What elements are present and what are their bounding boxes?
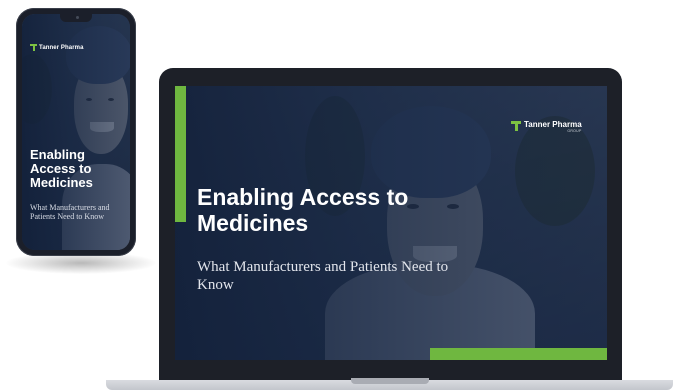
laptop-title: Enabling Access to Medicines xyxy=(197,184,409,236)
tanner-logo-icon xyxy=(511,121,521,131)
brand-name: Tanner Pharma xyxy=(524,120,582,129)
laptop-hinge-notch xyxy=(351,378,429,384)
laptop-subtitle: What Manufacturers and Patients Need to … xyxy=(197,259,449,293)
brand-group: GROUP xyxy=(567,129,582,133)
tanner-logo-icon xyxy=(30,44,37,51)
brand-name: Tanner Pharma xyxy=(39,44,84,51)
phone-mockup: Tanner Pharma Enabling Access to Medicin… xyxy=(16,8,136,256)
phone-notch xyxy=(60,14,92,22)
phone-camera-dot xyxy=(76,16,79,19)
laptop-screen: Tanner Pharma GROUP Enabling Access to M… xyxy=(175,86,607,360)
phone-screen: Tanner Pharma Enabling Access to Medicin… xyxy=(22,14,130,250)
phone-subtitle: What Manufacturers and Patients Need to … xyxy=(30,203,110,221)
phone-title: Enabling Access to Medicines xyxy=(30,147,93,190)
laptop-brand-logo: Tanner Pharma GROUP xyxy=(511,120,582,133)
green-accent-bar-bottom xyxy=(430,348,607,360)
phone-brand-logo: Tanner Pharma xyxy=(30,44,84,51)
green-accent-bar-left xyxy=(175,86,186,222)
